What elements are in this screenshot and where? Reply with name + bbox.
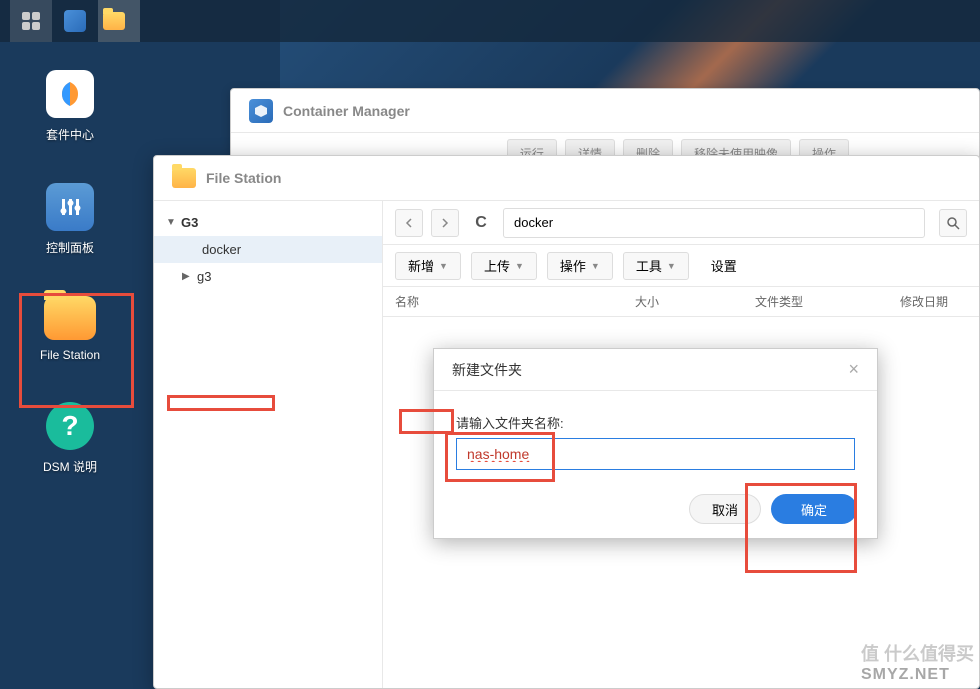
path-input[interactable] (503, 208, 925, 238)
cancel-button[interactable]: 取消 (689, 494, 761, 524)
nav-refresh-button[interactable]: C (467, 209, 495, 237)
desktop-icons: 套件中心 控制面板 File Station ? DSM 说明 (30, 70, 110, 515)
folder-icon (172, 168, 196, 188)
caret-down-icon: ▼ (667, 261, 676, 271)
watermark-top: 值 什么值得买 (861, 640, 974, 666)
tree-root-label: G3 (181, 215, 198, 230)
upload-button[interactable]: 上传▼ (471, 252, 537, 280)
fs-sidebar: ▼ G3 docker ▶ g3 (154, 201, 383, 688)
settings-button[interactable]: 设置 (699, 252, 749, 280)
tree-docker-label: docker (202, 242, 241, 257)
operation-button[interactable]: 操作▼ (547, 252, 613, 280)
dsm-help-icon[interactable]: ? DSM 说明 (30, 402, 110, 475)
container-manager-icon (249, 99, 273, 123)
folder-icon (103, 12, 125, 30)
container-icon (64, 10, 86, 32)
close-icon: × (848, 359, 859, 379)
col-type[interactable]: 文件类型 (743, 293, 888, 310)
folder-icon (44, 296, 96, 340)
dsm-help-label: DSM 说明 (43, 458, 97, 475)
cm-titlebar[interactable]: Container Manager (231, 89, 979, 133)
taskbar-container[interactable] (54, 0, 96, 42)
tools-button[interactable]: 工具▼ (623, 252, 689, 280)
chevron-right-icon (440, 218, 450, 228)
chevron-down-icon: ▼ (166, 217, 176, 228)
new-folder-modal: 新建文件夹 × 请输入文件夹名称: 取消 确定 (433, 348, 878, 539)
folder-name-input[interactable] (456, 438, 855, 470)
sliders-icon (46, 183, 94, 231)
taskbar-apps-button[interactable] (10, 0, 52, 42)
taskbar-folder[interactable] (98, 0, 140, 42)
file-station-label: File Station (40, 348, 100, 362)
caret-down-icon: ▼ (515, 261, 524, 271)
search-button[interactable] (939, 209, 967, 237)
fs-titlebar[interactable]: File Station (154, 156, 979, 200)
container-manager-window: Container Manager 运行 详情 删除 移除未使用映像 操作 (230, 88, 980, 163)
chevron-right-icon: ▶ (182, 271, 192, 282)
fs-nav: C ☆ (383, 201, 979, 245)
watermark-bottom: SMYZ.NET (861, 666, 974, 684)
tree-docker[interactable]: docker (154, 236, 382, 263)
caret-down-icon: ▼ (439, 261, 448, 271)
tree-g3[interactable]: ▶ g3 (154, 263, 382, 290)
col-modified[interactable]: 修改日期 (888, 293, 979, 310)
modal-label: 请输入文件夹名称: (456, 413, 855, 432)
col-size[interactable]: 大小 (623, 293, 743, 310)
cm-title: Container Manager (283, 103, 410, 119)
refresh-icon: C (475, 214, 487, 232)
search-icon (946, 216, 960, 230)
grid-icon (22, 12, 40, 30)
modal-close-button[interactable]: × (848, 359, 859, 380)
caret-down-icon: ▼ (591, 261, 600, 271)
package-center-icon[interactable]: 套件中心 (30, 70, 110, 143)
control-panel-icon[interactable]: 控制面板 (30, 183, 110, 256)
fs-title: File Station (206, 170, 281, 186)
fs-toolbar: 新增▼ 上传▼ 操作▼ 工具▼ 设置 (383, 245, 979, 287)
tree-g3-label: g3 (197, 269, 211, 284)
watermark: 值 什么值得买 SMYZ.NET (861, 640, 974, 684)
column-headers: 名称 大小 文件类型 修改日期 (383, 287, 979, 317)
modal-header: 新建文件夹 × (434, 349, 877, 391)
col-name[interactable]: 名称 (383, 293, 623, 310)
tree-root[interactable]: ▼ G3 (154, 209, 382, 236)
nav-back-button[interactable] (395, 209, 423, 237)
control-panel-label: 控制面板 (46, 239, 94, 256)
file-station-icon[interactable]: File Station (30, 296, 110, 362)
new-button[interactable]: 新增▼ (395, 252, 461, 280)
package-icon (46, 70, 94, 118)
confirm-button[interactable]: 确定 (771, 494, 857, 524)
package-center-label: 套件中心 (46, 126, 94, 143)
chevron-left-icon (404, 218, 414, 228)
nav-forward-button[interactable] (431, 209, 459, 237)
modal-title: 新建文件夹 (452, 360, 522, 380)
taskbar (0, 0, 980, 42)
question-icon: ? (46, 402, 94, 450)
